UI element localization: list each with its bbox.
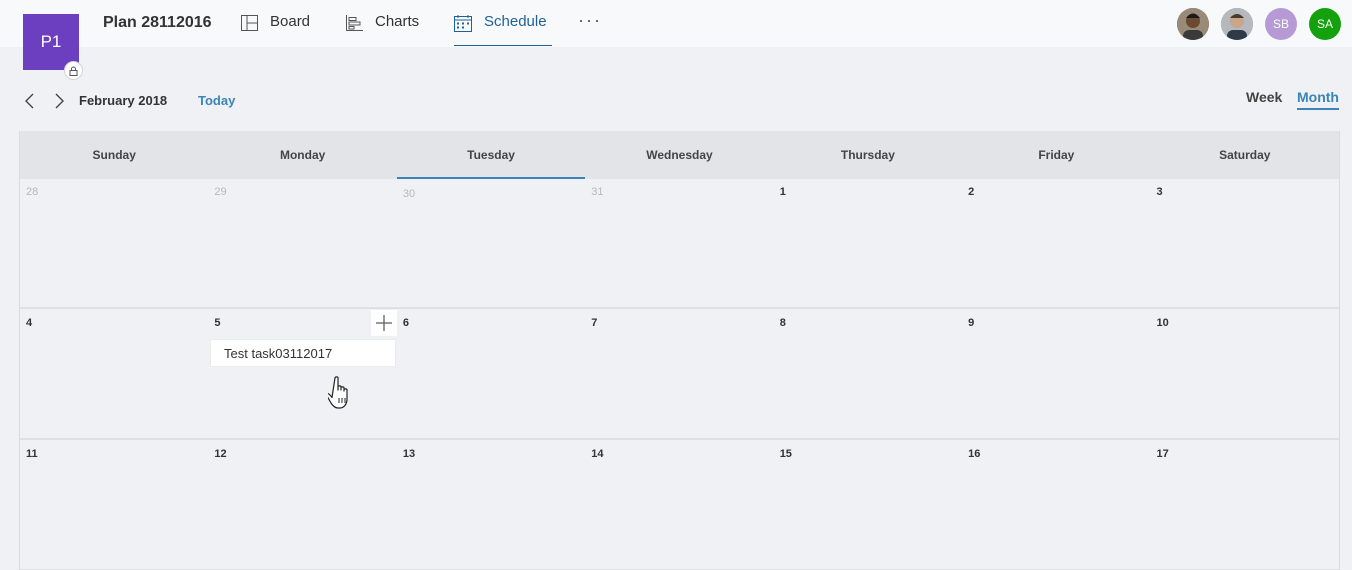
weekday-label: Saturday <box>1219 148 1271 162</box>
weekday-header: Thursday <box>774 131 962 179</box>
weekday-header-row: Sunday Monday Tuesday Wednesday Thursday… <box>20 131 1339 179</box>
month-view-button[interactable]: Month <box>1297 89 1339 110</box>
day-number: 9 <box>968 317 975 329</box>
week-view-button[interactable]: Week <box>1246 89 1282 108</box>
task-card[interactable]: Test task03112017 <box>210 339 396 367</box>
weekday-header: Saturday <box>1151 131 1339 179</box>
day-cell[interactable]: 29 <box>208 179 396 307</box>
day-number: 17 <box>1156 448 1169 460</box>
person-photo-icon <box>1221 8 1253 40</box>
weekday-label: Wednesday <box>646 148 713 162</box>
tab-board[interactable]: Board <box>241 13 310 46</box>
month-calendar: Sunday Monday Tuesday Wednesday Thursday… <box>19 131 1340 570</box>
day-number: 6 <box>402 317 409 329</box>
tab-board-label: Board <box>270 13 311 30</box>
weekday-label: Sunday <box>92 148 136 162</box>
day-number: 5 <box>214 317 221 329</box>
tab-schedule[interactable]: Schedule <box>454 13 552 46</box>
week-row: 28 29 30 31 1 2 3 <box>20 179 1339 309</box>
plan-tile-text: P1 <box>40 32 62 51</box>
day-cell[interactable]: 9 <box>962 310 1150 438</box>
member-avatar-1[interactable] <box>1177 8 1209 40</box>
day-cell[interactable]: 17 <box>1151 441 1339 569</box>
lock-icon <box>64 61 83 80</box>
day-cell[interactable]: 12 <box>208 441 396 569</box>
board-icon <box>241 15 258 35</box>
next-month-button[interactable] <box>52 93 66 109</box>
member-avatar-sa[interactable]: SA <box>1309 8 1341 40</box>
weekday-header: Sunday <box>20 131 208 179</box>
chevron-right-icon <box>55 93 64 109</box>
day-number: 7 <box>591 317 598 329</box>
day-cell[interactable]: 10 <box>1151 310 1339 438</box>
day-number: 31 <box>591 186 604 198</box>
day-number: 14 <box>591 448 604 460</box>
day-cell[interactable]: 28 <box>20 179 208 307</box>
today-button[interactable]: Today <box>198 93 235 108</box>
day-cell[interactable]: 16 <box>962 441 1150 569</box>
weekday-header: Wednesday <box>585 131 773 179</box>
hand-cursor-icon <box>326 376 356 415</box>
charts-icon <box>346 15 363 35</box>
day-number: 8 <box>779 317 786 329</box>
day-number: 1 <box>779 186 786 198</box>
member-avatar-sb[interactable]: SB <box>1265 8 1297 40</box>
day-number: 30 <box>402 188 416 200</box>
weekday-label: Thursday <box>840 148 895 162</box>
plan-title[interactable]: Plan 28112016 <box>103 14 212 32</box>
day-cell[interactable]: 5 <box>208 310 396 438</box>
week-row: 4 5 6 7 8 9 10 <box>20 310 1339 440</box>
avatar-initials: SA <box>1316 17 1333 31</box>
day-cell[interactable]: 2 <box>962 179 1150 307</box>
tab-schedule-label: Schedule <box>484 13 547 30</box>
weekday-label: Tuesday <box>467 148 515 162</box>
day-cell[interactable]: 3 <box>1151 179 1339 307</box>
day-number: 29 <box>214 186 227 198</box>
weekday-header: Friday <box>962 131 1150 179</box>
day-cell[interactable]: 13 <box>397 441 585 569</box>
day-cell[interactable]: 11 <box>20 441 208 569</box>
day-number: 12 <box>214 448 227 460</box>
current-month-label: February 2018 <box>79 93 168 108</box>
day-cell[interactable]: 15 <box>774 441 962 569</box>
day-number: 16 <box>968 448 981 460</box>
weekday-header-today: Tuesday <box>396 131 586 179</box>
tab-charts-label: Charts <box>375 13 420 30</box>
day-number: 28 <box>26 186 39 198</box>
previous-month-button[interactable] <box>23 93 37 109</box>
day-cell[interactable]: 30 <box>397 179 585 307</box>
day-cell[interactable]: 31 <box>585 179 773 307</box>
day-cell[interactable]: 14 <box>585 441 773 569</box>
plus-icon <box>376 315 392 331</box>
chevron-left-icon <box>25 93 34 109</box>
day-number: 3 <box>1156 186 1163 198</box>
weekday-header: Monday <box>208 131 396 179</box>
avatar-initials: SB <box>1272 17 1289 31</box>
weekday-label: Monday <box>279 148 326 162</box>
day-number: 4 <box>26 317 33 329</box>
day-cell[interactable]: 8 <box>774 310 962 438</box>
day-cell[interactable]: 6 <box>397 310 585 438</box>
week-row: 11 12 13 14 15 16 17 <box>20 441 1339 570</box>
more-options-button[interactable]: ··· <box>578 10 602 31</box>
day-number: 13 <box>402 448 416 460</box>
day-cell[interactable]: 1 <box>774 179 962 307</box>
tab-charts[interactable]: Charts <box>346 13 419 46</box>
member-avatar-2[interactable] <box>1221 8 1253 40</box>
day-number: 11 <box>26 448 38 460</box>
add-task-button[interactable] <box>371 310 397 336</box>
weekday-label: Friday <box>1038 148 1075 162</box>
day-number: 15 <box>779 448 792 460</box>
day-cell[interactable]: 4 <box>20 310 208 438</box>
calendar-icon <box>454 15 472 36</box>
day-cell[interactable]: 7 <box>585 310 773 438</box>
day-number: 2 <box>968 186 975 198</box>
person-photo-icon <box>1177 8 1209 40</box>
day-number: 10 <box>1156 317 1169 329</box>
task-title: Test task03112017 <box>224 346 333 361</box>
